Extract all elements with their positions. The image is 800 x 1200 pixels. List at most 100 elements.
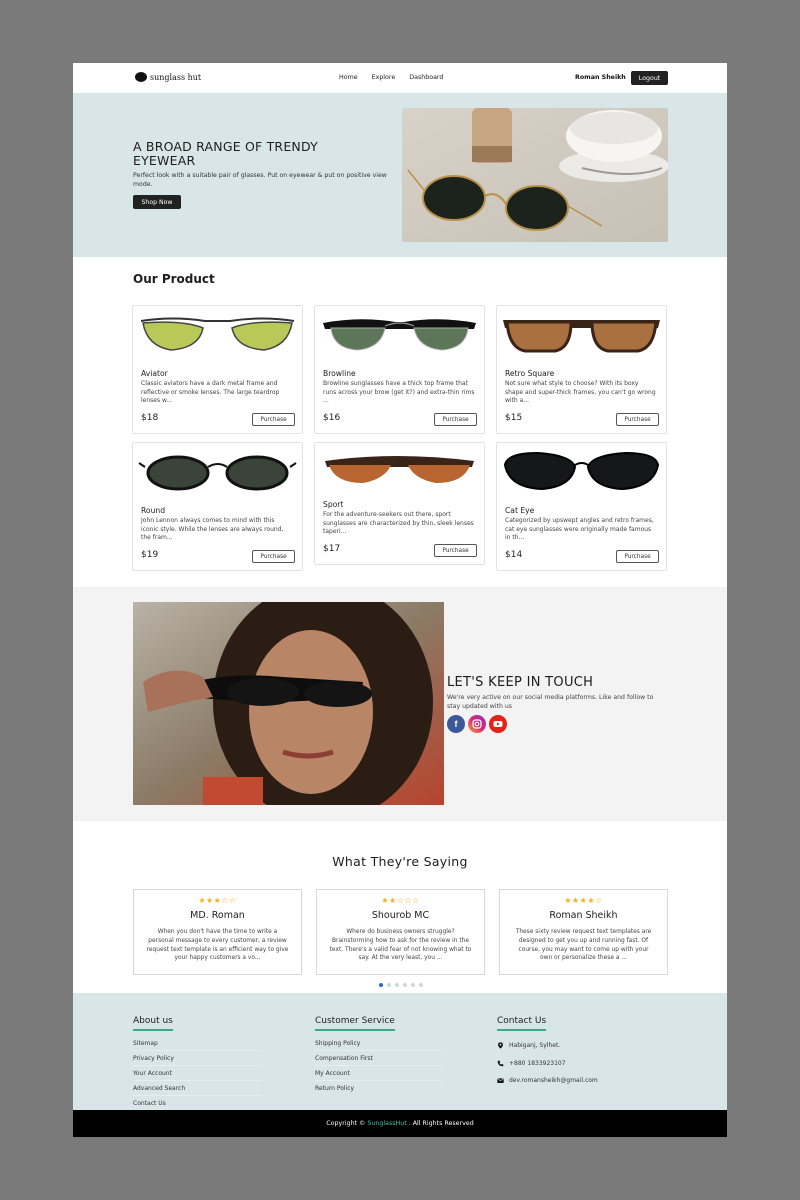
star-rating: ★★★☆☆ (198, 896, 237, 905)
purchase-button[interactable]: Purchase (434, 544, 477, 557)
product-price: $14 (505, 550, 523, 560)
shop-now-button[interactable]: Shop Now (133, 195, 181, 209)
footer-link-search[interactable]: Advanced Search (133, 1081, 261, 1096)
footer-heading: About us (133, 1016, 173, 1031)
email-text[interactable]: dev.romansheikh@gmail.com (509, 1077, 598, 1084)
footer-email: dev.romansheikh@gmail.com (497, 1072, 598, 1090)
reviewer-name: Shourob MC (371, 910, 430, 921)
footer-link-sitemap[interactable]: Sitemap (133, 1036, 261, 1051)
carousel-dot[interactable] (411, 983, 415, 987)
product-image (497, 306, 666, 368)
star-rating: ★★★★☆ (564, 896, 603, 905)
footer-phone: +880 1833923107 (497, 1055, 598, 1073)
review-text: Where do business owners struggle? Brain… (329, 929, 472, 962)
review-text: When you don't have the time to write a … (146, 929, 289, 962)
product-card-aviator: Aviator Classic aviators have a dark met… (132, 305, 303, 434)
product-card-round: Round John Lennon always comes to mind w… (132, 442, 303, 571)
product-image (133, 306, 302, 368)
copyright-prefix: Copyright © (326, 1120, 366, 1127)
product-price: $19 (141, 550, 159, 560)
woman-sunglasses-image (133, 602, 444, 805)
review-card: ★★☆☆☆ Shourob MC Where do business owner… (316, 889, 485, 975)
phone-icon (497, 1060, 504, 1067)
reviews-title: What They're Saying (332, 854, 468, 869)
product-price: $15 (505, 413, 523, 423)
contact-section: LET'S KEEP IN TOUCH We're very active on… (73, 587, 727, 821)
product-desc: Browline sunglasses have a thick top fra… (323, 380, 475, 405)
nav-link-home[interactable]: Home (339, 74, 358, 81)
review-text: These sixty review request text template… (515, 929, 652, 962)
copyright-bar: Copyright © SunglassHut . All Rights Res… (73, 1110, 727, 1137)
hero-title: A BROAD RANGE OF TRENDY EYEWEAR (133, 139, 318, 168)
product-price: $18 (141, 413, 159, 423)
product-name: Aviator (141, 369, 168, 378)
purchase-button[interactable]: Purchase (252, 550, 295, 563)
footer-heading: Contact Us (497, 1016, 547, 1031)
footer-about: About us Sitemap Privacy Policy Your Acc… (133, 1008, 261, 1111)
logo[interactable]: sunglass hut (135, 72, 201, 82)
footer-link-shipping[interactable]: Shipping Policy (315, 1036, 443, 1051)
star-rating: ★★☆☆☆ (381, 896, 420, 905)
product-price: $16 (323, 413, 341, 423)
hero-subtitle: Perfect look with a suitable pair of gla… (133, 172, 387, 188)
copyright-brand[interactable]: SunglassHut (367, 1120, 406, 1127)
footer-link-my-account[interactable]: My Account (315, 1066, 443, 1081)
purchase-button[interactable]: Purchase (616, 413, 659, 426)
nav-link-dashboard[interactable]: Dashboard (409, 74, 443, 81)
carousel-dot[interactable] (419, 983, 423, 987)
product-desc: Not sure what style to choose? With its … (505, 380, 656, 405)
youtube-icon[interactable] (489, 715, 507, 733)
purchase-button[interactable]: Purchase (434, 413, 477, 426)
logo-text: sunglass hut (150, 72, 202, 82)
logo-icon (135, 72, 147, 82)
phone-text: +880 1833923107 (509, 1059, 566, 1067)
purchase-button[interactable]: Purchase (616, 550, 659, 563)
footer: About us Sitemap Privacy Policy Your Acc… (73, 993, 727, 1110)
product-image (497, 443, 666, 505)
product-name: Cat Eye (505, 506, 535, 515)
product-desc: Categorized by upswept angles and retro … (505, 517, 654, 542)
mail-icon (497, 1078, 504, 1084)
carousel-dot[interactable] (387, 983, 391, 987)
product-desc: John Lennon always comes to mind with th… (141, 517, 284, 542)
footer-contact: Contact Us Habiganj, Sylhet. +880 183392… (497, 1008, 598, 1090)
hero-section: A BROAD RANGE OF TRENDY EYEWEAR Perfect … (73, 93, 727, 257)
page: sunglass hut Home Explore Dashboard Roma… (73, 63, 727, 1137)
footer-link-compensation[interactable]: Compensation First (315, 1051, 443, 1066)
logout-button[interactable]: Logout (631, 71, 668, 85)
product-name: Sport (323, 500, 344, 509)
footer-link-return[interactable]: Return Policy (315, 1081, 443, 1096)
carousel-dots (379, 983, 423, 987)
social-icons: f (447, 715, 507, 733)
carousel-dot[interactable] (379, 983, 383, 987)
footer-service: Customer Service Shipping Policy Compens… (315, 1008, 443, 1096)
product-desc: Classic aviators have a dark metal frame… (141, 380, 280, 405)
footer-address: Habiganj, Sylhet. (497, 1037, 598, 1055)
hero-image (402, 108, 668, 242)
nav-link-explore[interactable]: Explore (372, 74, 396, 81)
product-name: Browline (323, 369, 356, 378)
instagram-icon[interactable] (468, 715, 486, 733)
product-image (315, 306, 484, 368)
contact-subtitle: We're very active on our social media pl… (447, 694, 654, 710)
product-desc: For the adventure-seekers out there, spo… (323, 511, 474, 536)
reviewer-name: MD. Roman (190, 910, 245, 921)
product-card-retro-square: Retro Square Not sure what style to choo… (496, 305, 667, 434)
carousel-dot[interactable] (395, 983, 399, 987)
footer-link-account[interactable]: Your Account (133, 1066, 261, 1081)
product-card-sport: Sport For the adventure-seekers out ther… (314, 442, 485, 565)
facebook-icon[interactable]: f (447, 715, 465, 733)
product-name: Retro Square (505, 369, 555, 378)
product-card-cat-eye: Cat Eye Categorized by upswept angles an… (496, 442, 667, 571)
product-image (315, 443, 484, 499)
footer-link-privacy[interactable]: Privacy Policy (133, 1051, 261, 1066)
carousel-dot[interactable] (403, 983, 407, 987)
review-card: ★★★★☆ Roman Sheikh These sixty review re… (499, 889, 668, 975)
footer-link-contact[interactable]: Contact Us (133, 1096, 261, 1111)
purchase-button[interactable]: Purchase (252, 413, 295, 426)
product-card-browline: Browline Browline sunglasses have a thic… (314, 305, 485, 434)
copyright-suffix: . All Rights Reserved (408, 1120, 474, 1127)
product-image (133, 443, 302, 505)
contact-title: LET'S KEEP IN TOUCH (447, 675, 594, 690)
reviewer-name: Roman Sheikh (549, 910, 618, 921)
